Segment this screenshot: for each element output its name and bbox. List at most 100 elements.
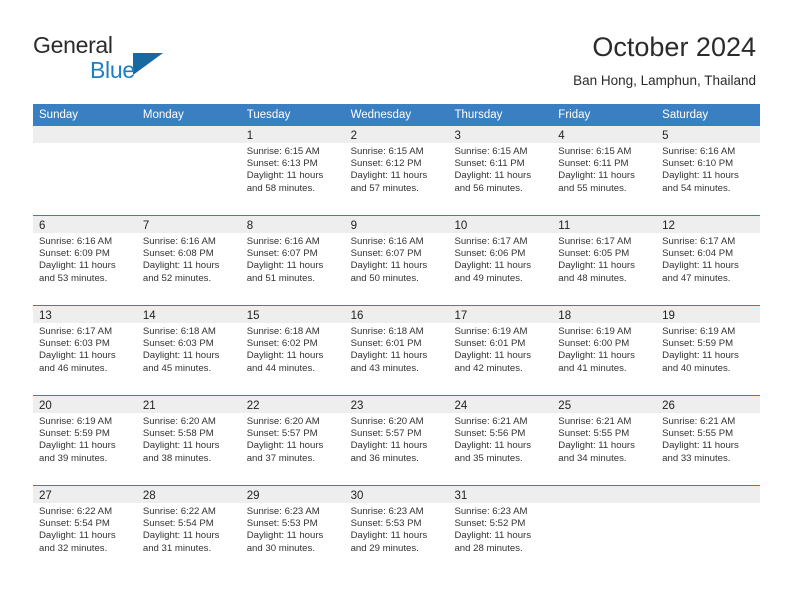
weekday-header-row: Sunday Monday Tuesday Wednesday Thursday…	[33, 104, 760, 126]
day-details: Sunrise: 6:21 AM Sunset: 5:56 PM Daylight:…	[448, 413, 552, 465]
calendar-day-cell[interactable]: 1 Sunrise: 6:15 AM Sunset: 6:13 PM Daylight…	[240, 126, 345, 215]
brand-logo[interactable]: General Blue	[33, 32, 243, 88]
daylight-text: Daylight: 11 hours and 35 minutes.	[454, 440, 532, 464]
calendar-day-cell-empty	[33, 126, 137, 215]
calendar-day-cell-empty	[656, 486, 761, 575]
calendar-day-cell[interactable]: 27 Sunrise: 6:22 AM Sunset: 5:54 PM Dayligh…	[33, 486, 137, 575]
day-details: Sunrise: 6:16 AM Sunset: 6:07 PM Daylight:…	[241, 233, 345, 285]
day-number: 3	[454, 130, 461, 142]
calendar-day-cell[interactable]: 11 Sunrise: 6:17 AM Sunset: 6:05 PM Dayligh…	[552, 216, 657, 305]
page-header: General Blue October 2024 Ban Hong, Lamp…	[0, 0, 792, 104]
calendar-day-cell[interactable]: 7 Sunrise: 6:16 AM Sunset: 6:08 PM Daylight…	[136, 216, 241, 305]
calendar-day-cell[interactable]: 16 Sunrise: 6:18 AM Sunset: 6:01 PM Dayligh…	[344, 306, 449, 395]
day-details: Sunrise: 6:18 AM Sunset: 6:01 PM Daylight:…	[345, 323, 449, 375]
daylight-text: Daylight: 11 hours and 30 minutes.	[246, 530, 324, 554]
calendar-day-cell[interactable]: 13 Sunrise: 6:17 AM Sunset: 6:03 PM Dayligh…	[33, 306, 137, 395]
calendar-day-cell[interactable]: 10 Sunrise: 6:17 AM Sunset: 6:06 PM Dayligh…	[448, 216, 553, 305]
sunrise-text: Sunrise: 6:16 AM	[662, 146, 736, 157]
sunset-text: Sunset: 6:09 PM	[39, 248, 110, 260]
sunrise-text: Sunrise: 6:15 AM	[454, 146, 528, 157]
calendar-day-cell[interactable]: 2 Sunrise: 6:15 AM Sunset: 6:12 PM Daylight…	[344, 126, 449, 215]
calendar-day-cell[interactable]: 24 Sunrise: 6:21 AM Sunset: 5:56 PM Dayligh…	[448, 396, 553, 485]
sunrise-text: Sunrise: 6:19 AM	[558, 326, 632, 337]
sunset-text: Sunset: 5:52 PM	[454, 518, 526, 530]
day-details: Sunrise: 6:16 AM Sunset: 6:07 PM Daylight:…	[345, 233, 449, 285]
brand-name-blue: Blue	[90, 57, 135, 83]
sunrise-text: Sunrise: 6:18 AM	[246, 326, 320, 337]
calendar-week-row: 1 Sunrise: 6:15 AM Sunset: 6:13 PM Daylight…	[33, 126, 761, 215]
day-number: 26	[662, 400, 675, 412]
calendar-day-cell[interactable]: 28 Sunrise: 6:22 AM Sunset: 5:54 PM Dayligh…	[136, 486, 241, 575]
daylight-text: Daylight: 11 hours and 55 minutes.	[558, 170, 635, 194]
calendar-day-cell[interactable]: 31 Sunrise: 6:23 AM Sunset: 5:52 PM Dayligh…	[448, 486, 553, 575]
calendar-day-cell[interactable]: 4 Sunrise: 6:15 AM Sunset: 6:11 PM Daylight…	[552, 126, 657, 215]
daylight-text: Daylight: 11 hours and 43 minutes.	[350, 350, 428, 374]
daylight-text: Daylight: 11 hours and 52 minutes.	[142, 260, 220, 284]
weekday-tuesday: Tuesday	[246, 109, 291, 121]
day-number: 23	[350, 400, 364, 412]
sunrise-text: Sunrise: 6:21 AM	[662, 416, 736, 427]
triangle-logo-icon	[133, 53, 163, 75]
calendar-day-cell[interactable]: 22 Sunrise: 6:20 AM Sunset: 5:57 PM Dayligh…	[240, 396, 345, 485]
sunset-text: Sunset: 6:10 PM	[662, 158, 734, 170]
day-details: Sunrise: 6:20 AM Sunset: 5:58 PM Daylight:…	[137, 413, 241, 465]
day-details: Sunrise: 6:19 AM Sunset: 5:59 PM Daylight:…	[33, 413, 137, 465]
day-number-band: 20	[33, 396, 137, 413]
day-number-band: 24	[448, 396, 553, 413]
sunset-text: Sunset: 6:04 PM	[662, 248, 734, 260]
sunset-text: Sunset: 5:55 PM	[662, 428, 734, 440]
sunset-text: Sunset: 5:58 PM	[142, 428, 214, 440]
daylight-text: Daylight: 11 hours and 40 minutes.	[662, 350, 739, 374]
calendar-day-cell[interactable]: 9 Sunrise: 6:16 AM Sunset: 6:07 PM Daylight…	[344, 216, 449, 305]
calendar-day-cell[interactable]: 30 Sunrise: 6:23 AM Sunset: 5:53 PM Dayligh…	[344, 486, 449, 575]
day-number: 5	[662, 130, 669, 142]
daylight-text: Daylight: 11 hours and 42 minutes.	[454, 350, 532, 374]
daylight-text: Daylight: 11 hours and 39 minutes.	[39, 440, 116, 464]
day-number: 21	[142, 400, 156, 412]
calendar-day-cell[interactable]: 17 Sunrise: 6:19 AM Sunset: 6:01 PM Dayligh…	[448, 306, 553, 395]
day-number: 24	[454, 400, 468, 412]
day-number-band: 2	[344, 126, 449, 143]
calendar-day-cell[interactable]: 20 Sunrise: 6:19 AM Sunset: 5:59 PM Dayligh…	[33, 396, 137, 485]
calendar-day-cell[interactable]: 19 Sunrise: 6:19 AM Sunset: 5:59 PM Dayligh…	[656, 306, 761, 395]
day-details: Sunrise: 6:15 AM Sunset: 6:11 PM Daylight:…	[448, 143, 552, 195]
weekday-friday: Friday	[558, 109, 591, 121]
day-number: 4	[558, 130, 565, 142]
calendar-day-cell[interactable]: 3 Sunrise: 6:15 AM Sunset: 6:11 PM Daylight…	[448, 126, 553, 215]
day-details: Sunrise: 6:17 AM Sunset: 6:03 PM Daylight:…	[33, 323, 137, 375]
sunset-text: Sunset: 6:07 PM	[246, 248, 318, 260]
calendar-day-cell[interactable]: 29 Sunrise: 6:23 AM Sunset: 5:53 PM Dayligh…	[240, 486, 345, 575]
sunset-text: Sunset: 6:03 PM	[142, 338, 214, 350]
sunset-text: Sunset: 5:55 PM	[558, 428, 630, 440]
calendar-day-cell[interactable]: 21 Sunrise: 6:20 AM Sunset: 5:58 PM Dayligh…	[136, 396, 241, 485]
weekday-saturday: Saturday	[662, 109, 709, 121]
calendar-day-cell[interactable]: 5 Sunrise: 6:16 AM Sunset: 6:10 PM Daylight…	[656, 126, 761, 215]
day-number-band: 22	[240, 396, 345, 413]
day-details: Sunrise: 6:16 AM Sunset: 6:09 PM Daylight:…	[33, 233, 137, 285]
day-number: 1	[246, 130, 254, 142]
calendar-day-cell[interactable]: 18 Sunrise: 6:19 AM Sunset: 6:00 PM Dayligh…	[552, 306, 657, 395]
sunset-text: Sunset: 6:12 PM	[350, 158, 422, 170]
calendar-day-cell[interactable]: 6 Sunrise: 6:16 AM Sunset: 6:09 PM Daylight…	[33, 216, 137, 305]
day-number-band: 27	[33, 486, 137, 503]
day-number: 29	[246, 490, 260, 502]
calendar-day-cell[interactable]: 26 Sunrise: 6:21 AM Sunset: 5:55 PM Dayligh…	[656, 396, 761, 485]
calendar-day-cell[interactable]: 8 Sunrise: 6:16 AM Sunset: 6:07 PM Daylight…	[240, 216, 345, 305]
daylight-text: Daylight: 11 hours and 57 minutes.	[350, 170, 428, 194]
calendar-day-cell[interactable]: 12 Sunrise: 6:17 AM Sunset: 6:04 PM Dayligh…	[656, 216, 761, 305]
day-details: Sunrise: 6:18 AM Sunset: 6:03 PM Daylight:…	[137, 323, 241, 375]
sunset-text: Sunset: 6:08 PM	[142, 248, 214, 260]
sunrise-text: Sunrise: 6:15 AM	[246, 146, 320, 157]
day-details: Sunrise: 6:20 AM Sunset: 5:57 PM Daylight:…	[345, 413, 449, 465]
day-number: 31	[454, 490, 468, 502]
sunrise-text: Sunrise: 6:16 AM	[350, 236, 424, 247]
sunrise-text: Sunrise: 6:16 AM	[142, 236, 216, 247]
calendar-day-cell[interactable]: 14 Sunrise: 6:18 AM Sunset: 6:03 PM Dayligh…	[136, 306, 241, 395]
day-details: Sunrise: 6:17 AM Sunset: 6:04 PM Daylight:…	[656, 233, 760, 285]
calendar-day-cell[interactable]: 25 Sunrise: 6:21 AM Sunset: 5:55 PM Dayligh…	[552, 396, 657, 485]
calendar-day-cell[interactable]: 23 Sunrise: 6:20 AM Sunset: 5:57 PM Dayligh…	[344, 396, 449, 485]
calendar-day-cell[interactable]: 15 Sunrise: 6:18 AM Sunset: 6:02 PM Dayligh…	[240, 306, 345, 395]
sunset-text: Sunset: 5:57 PM	[350, 428, 422, 440]
sunrise-text: Sunrise: 6:19 AM	[39, 416, 113, 427]
day-details: Sunrise: 6:23 AM Sunset: 5:53 PM Daylight:…	[345, 503, 449, 555]
